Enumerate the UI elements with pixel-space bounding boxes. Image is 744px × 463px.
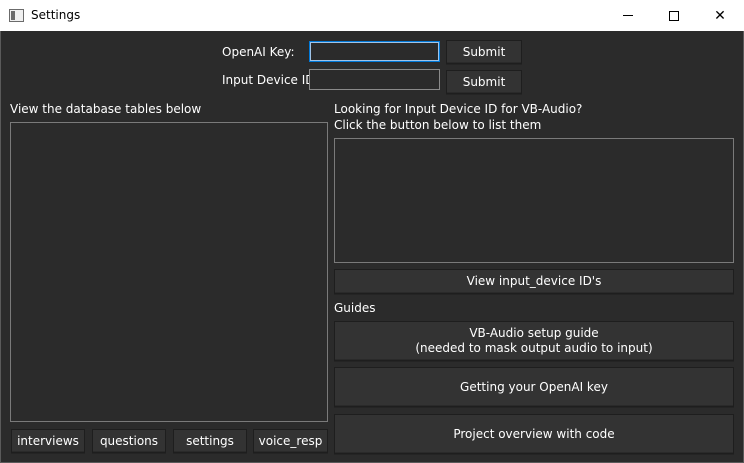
input-device-submit-button[interactable]: Submit	[446, 70, 522, 94]
window-app-icon	[9, 9, 24, 22]
device-lookup-subheading: Click the button below to list them	[334, 118, 542, 132]
input-device-label: Input Device ID	[222, 73, 315, 87]
title-bar: Settings ✕	[0, 0, 744, 31]
tab-voice-resp[interactable]: voice_resp	[253, 429, 328, 453]
device-list-view[interactable]	[334, 138, 734, 263]
close-icon: ✕	[714, 7, 726, 24]
tab-questions[interactable]: questions	[92, 429, 166, 453]
openai-key-guide-button[interactable]: Getting your OpenAI key	[334, 367, 734, 407]
view-input-device-ids-button[interactable]: View input_device ID's	[334, 269, 734, 294]
vb-audio-guide-subtitle: (needed to mask output audio to input)	[415, 341, 653, 355]
openai-key-submit-button[interactable]: Submit	[446, 40, 522, 64]
tab-interviews[interactable]: interviews	[11, 429, 85, 453]
input-device-input[interactable]	[309, 69, 440, 90]
maximize-button[interactable]	[651, 0, 697, 31]
maximize-icon	[669, 10, 679, 21]
database-table-view[interactable]	[10, 122, 328, 422]
openai-key-input[interactable]	[309, 41, 440, 62]
tab-settings[interactable]: settings	[173, 429, 247, 453]
window-title: Settings	[31, 8, 81, 22]
minimize-button[interactable]	[605, 0, 651, 31]
minimize-icon	[623, 15, 633, 16]
project-overview-button[interactable]: Project overview with code	[334, 414, 734, 454]
vb-audio-guide-title: VB-Audio setup guide	[469, 326, 599, 340]
database-heading: View the database tables below	[10, 102, 202, 116]
openai-key-label: OpenAI Key:	[222, 45, 295, 59]
guides-heading: Guides	[334, 301, 376, 315]
vb-audio-guide-button[interactable]: VB-Audio setup guide (needed to mask out…	[334, 321, 734, 361]
device-lookup-heading: Looking for Input Device ID for VB-Audio…	[334, 102, 583, 116]
close-button[interactable]: ✕	[697, 0, 743, 31]
